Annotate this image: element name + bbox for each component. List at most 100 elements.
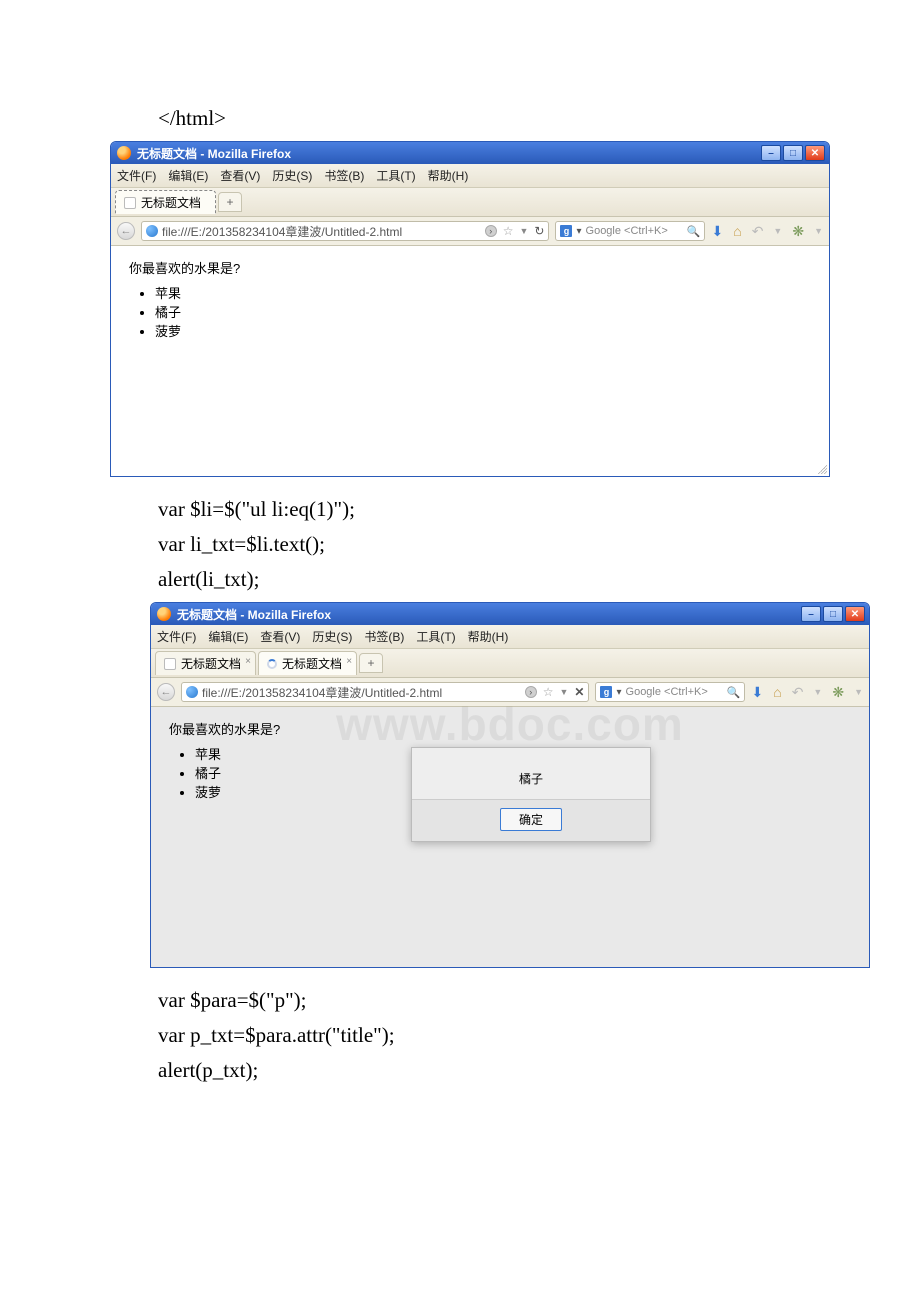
tab-close-icon[interactable]: × bbox=[245, 656, 251, 667]
chevron-down-icon[interactable]: ▼ bbox=[814, 226, 823, 236]
menu-help[interactable]: 帮助(H) bbox=[468, 628, 509, 645]
menu-tools[interactable]: 工具(T) bbox=[376, 167, 415, 184]
bookmark-star-icon[interactable]: ☆ bbox=[543, 685, 554, 699]
undo-icon[interactable]: ↶ bbox=[752, 223, 764, 240]
google-icon: g bbox=[600, 686, 612, 698]
close-button[interactable]: ✕ bbox=[845, 606, 865, 622]
page-favicon bbox=[124, 197, 136, 209]
identity-icon[interactable]: › bbox=[485, 225, 497, 237]
tab-label: 无标题文档 bbox=[181, 655, 241, 672]
content-heading: 你最喜欢的水果是? bbox=[129, 258, 811, 277]
addon-icon[interactable]: ❋ bbox=[832, 684, 844, 701]
content-heading: 你最喜欢的水果是? bbox=[169, 719, 851, 738]
search-box[interactable]: g ▾ Google <Ctrl+K> 🔍 bbox=[595, 682, 745, 702]
menu-file[interactable]: 文件(F) bbox=[117, 167, 156, 184]
titlebar: 无标题文档 - Mozilla Firefox – □ ✕ bbox=[151, 603, 869, 625]
alert-message: 橘子 bbox=[412, 748, 650, 799]
loading-spinner-icon bbox=[267, 659, 277, 669]
page-content: 你最喜欢的水果是? 苹果 橘子 菠萝 bbox=[111, 246, 829, 476]
alert-dialog: 橘子 确定 bbox=[411, 747, 651, 842]
search-icon[interactable]: 🔍 bbox=[687, 225, 701, 238]
chevron-down-icon[interactable]: ▼ bbox=[773, 226, 782, 236]
search-placeholder: Google <Ctrl+K> bbox=[626, 686, 708, 698]
globe-icon bbox=[186, 686, 198, 698]
back-button[interactable]: ← bbox=[157, 683, 175, 701]
toolbar-icons: ⬇ ⌂ ↶ ▼ ❋ ▼ bbox=[751, 684, 863, 701]
menu-history[interactable]: 历史(S) bbox=[312, 628, 352, 645]
titlebar: 无标题文档 - Mozilla Firefox – □ ✕ bbox=[111, 142, 829, 164]
addon-icon[interactable]: ❋ bbox=[792, 223, 804, 240]
download-icon[interactable]: ⬇ bbox=[751, 684, 763, 701]
undo-icon[interactable]: ↶ bbox=[792, 684, 804, 701]
new-tab-button[interactable]: + bbox=[359, 653, 383, 673]
tab-inactive[interactable]: 无标题文档 × bbox=[155, 651, 256, 675]
menu-bookmarks[interactable]: 书签(B) bbox=[324, 167, 364, 184]
menu-edit[interactable]: 编辑(E) bbox=[208, 628, 248, 645]
identity-icon[interactable]: › bbox=[525, 686, 537, 698]
minimize-button[interactable]: – bbox=[801, 606, 821, 622]
tab-label: 无标题文档 bbox=[282, 655, 342, 672]
navbar: ← file:///E:/201358234104章建波/Untitled-2.… bbox=[151, 678, 869, 707]
tab-close-icon[interactable]: × bbox=[346, 656, 352, 667]
maximize-button[interactable]: □ bbox=[783, 145, 803, 161]
search-placeholder: Google <Ctrl+K> bbox=[586, 225, 668, 237]
menu-view[interactable]: 查看(V) bbox=[260, 628, 300, 645]
firefox-window-1: 无标题文档 - Mozilla Firefox – □ ✕ 文件(F) 编辑(E… bbox=[110, 141, 830, 477]
chevron-down-icon[interactable]: ▼ bbox=[854, 687, 863, 697]
firefox-window-2: 无标题文档 - Mozilla Firefox – □ ✕ 文件(F) 编辑(E… bbox=[150, 602, 870, 968]
tab-active[interactable]: 无标题文档 bbox=[115, 190, 216, 214]
search-box[interactable]: g ▾ Google <Ctrl+K> 🔍 bbox=[555, 221, 705, 241]
url-text: file:///E:/201358234104章建波/Untitled-2.ht… bbox=[202, 684, 442, 701]
menu-file[interactable]: 文件(F) bbox=[157, 628, 196, 645]
tabstrip: 无标题文档 × 无标题文档 × + bbox=[151, 649, 869, 678]
home-icon[interactable]: ⌂ bbox=[733, 223, 741, 239]
globe-icon bbox=[146, 225, 158, 237]
chevron-down-icon[interactable]: ▼ bbox=[813, 687, 822, 697]
page-favicon bbox=[164, 658, 176, 670]
code-line: var $para=$("p"); bbox=[158, 988, 810, 1013]
window-title: 无标题文档 - Mozilla Firefox bbox=[137, 145, 291, 162]
alert-ok-button[interactable]: 确定 bbox=[500, 808, 562, 831]
list-item: 苹果 bbox=[155, 283, 811, 302]
stop-icon[interactable]: ✕ bbox=[574, 685, 584, 699]
navbar: ← file:///E:/201358234104章建波/Untitled-2.… bbox=[111, 217, 829, 246]
resize-grip[interactable] bbox=[817, 464, 827, 474]
new-tab-button[interactable]: + bbox=[218, 192, 242, 212]
tabstrip: 无标题文档 + bbox=[111, 188, 829, 217]
url-bar[interactable]: file:///E:/201358234104章建波/Untitled-2.ht… bbox=[181, 682, 589, 702]
menu-edit[interactable]: 编辑(E) bbox=[168, 167, 208, 184]
code-line: var $li=$("ul li:eq(1)"); bbox=[158, 497, 810, 522]
list-item: 菠萝 bbox=[155, 321, 811, 340]
search-icon[interactable]: 🔍 bbox=[727, 686, 741, 699]
bookmark-star-icon[interactable]: ☆ bbox=[503, 224, 514, 238]
reload-icon[interactable]: ↻ bbox=[534, 224, 544, 238]
tab-label: 无标题文档 bbox=[141, 194, 201, 211]
url-bar[interactable]: file:///E:/201358234104章建波/Untitled-2.ht… bbox=[141, 221, 549, 241]
url-text: file:///E:/201358234104章建波/Untitled-2.ht… bbox=[162, 223, 402, 240]
dropdown-arrow-icon[interactable]: ▼ bbox=[560, 687, 569, 697]
menu-tools[interactable]: 工具(T) bbox=[416, 628, 455, 645]
code-line: alert(p_txt); bbox=[158, 1058, 810, 1083]
menu-help[interactable]: 帮助(H) bbox=[428, 167, 469, 184]
code-line: var li_txt=$li.text(); bbox=[158, 532, 810, 557]
maximize-button[interactable]: □ bbox=[823, 606, 843, 622]
dropdown-arrow-icon[interactable]: ▼ bbox=[520, 226, 529, 236]
menu-view[interactable]: 查看(V) bbox=[220, 167, 260, 184]
home-icon[interactable]: ⌂ bbox=[773, 684, 781, 700]
fruit-list: 苹果 橘子 菠萝 bbox=[137, 283, 811, 340]
menu-bookmarks[interactable]: 书签(B) bbox=[364, 628, 404, 645]
minimize-button[interactable]: – bbox=[761, 145, 781, 161]
code-line: alert(li_txt); bbox=[158, 567, 810, 592]
toolbar-icons: ⬇ ⌂ ↶ ▼ ❋ ▼ bbox=[711, 223, 823, 240]
tab-loading[interactable]: 无标题文档 × bbox=[258, 651, 357, 675]
firefox-icon bbox=[157, 607, 171, 621]
list-item: 橘子 bbox=[155, 302, 811, 321]
menubar: 文件(F) 编辑(E) 查看(V) 历史(S) 书签(B) 工具(T) 帮助(H… bbox=[111, 164, 829, 188]
page-content: www.bdoc.com 你最喜欢的水果是? 苹果 橘子 菠萝 橘子 确定 bbox=[151, 707, 869, 967]
menu-history[interactable]: 历史(S) bbox=[272, 167, 312, 184]
download-icon[interactable]: ⬇ bbox=[711, 223, 723, 240]
close-button[interactable]: ✕ bbox=[805, 145, 825, 161]
google-icon: g bbox=[560, 225, 572, 237]
back-button[interactable]: ← bbox=[117, 222, 135, 240]
document-page: </html> 无标题文档 - Mozilla Firefox – □ ✕ 文件… bbox=[0, 0, 920, 1153]
